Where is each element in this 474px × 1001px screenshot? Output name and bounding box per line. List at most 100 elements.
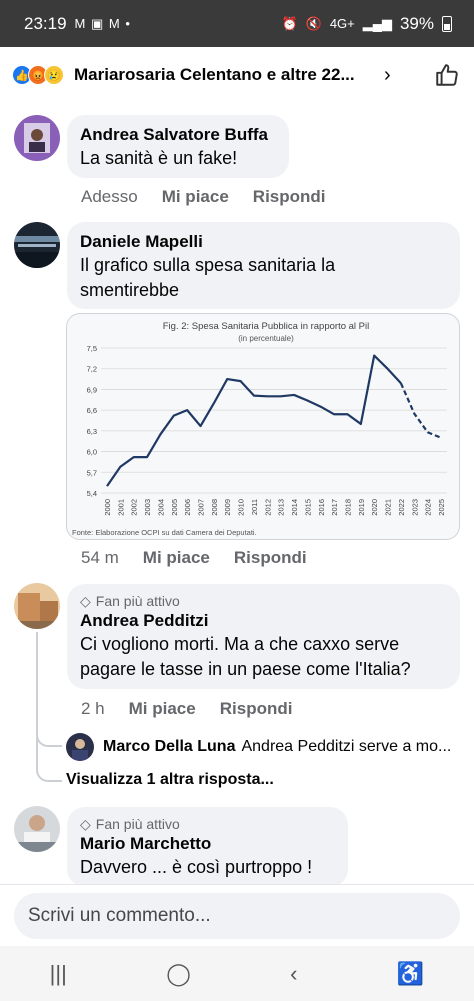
like-button-icon[interactable] <box>434 62 460 88</box>
comment-time: 2 h <box>81 699 105 718</box>
comment-actions: 2 h Mi piace Rispondi <box>81 699 316 719</box>
chart-source: Fonte: Elaborazione OCPI su dati Camera … <box>72 528 257 537</box>
chart-subtitle: (in percentuale) <box>238 334 294 343</box>
comment-time: Adesso <box>81 187 138 206</box>
comment-bubble: Daniele Mapelli Il grafico sulla spesa s… <box>67 222 460 309</box>
comment-author[interactable]: Andrea Salvatore Buffa <box>80 124 276 146</box>
x-tick-label: 2025 <box>437 499 446 516</box>
x-tick-label: 2023 <box>410 499 419 516</box>
comment-time: 54 m <box>81 548 119 567</box>
comment-text: Davvero ... è così purtroppo ! <box>80 857 313 877</box>
like-link[interactable]: Mi piace <box>129 699 196 719</box>
alarm-icon: ⏰ <box>281 15 298 31</box>
x-tick-label: 2001 <box>116 499 125 516</box>
x-tick-label: 2012 <box>263 499 272 516</box>
view-more-replies-link[interactable]: Visualizza 1 altra risposta... <box>66 771 274 789</box>
x-tick-label: 2004 <box>156 499 165 516</box>
comment-actions: 54 m Mi piace Rispondi <box>81 548 331 568</box>
comment-text: La sanità è un fake! <box>80 148 238 168</box>
notification-icons: M ▣ M • <box>74 15 131 31</box>
comment-actions: Adesso Mi piace Rispondi <box>81 187 350 207</box>
chevron-right-icon[interactable]: › <box>384 64 391 87</box>
comment-bubble: Andrea Salvatore Buffa La sanità è un fa… <box>67 115 289 178</box>
y-tick-label: 6,0 <box>87 448 97 457</box>
x-tick-label: 2002 <box>130 499 139 516</box>
comment-author[interactable]: Mario Marchetto <box>80 833 335 855</box>
reactions-summary[interactable]: Mariarosaria Celentano e altre 22... <box>74 65 370 85</box>
x-tick-label: 2007 <box>197 499 206 516</box>
comment-input[interactable]: Scrivi un commento... <box>14 893 460 939</box>
comment-bubble: ◇ Fan più attivo Andrea Pedditzi Ci vogl… <box>67 584 460 689</box>
fan-badge-label: Fan più attivo <box>95 593 180 609</box>
x-tick-label: 2006 <box>183 499 192 516</box>
x-tick-label: 2017 <box>330 499 339 516</box>
back-icon[interactable]: ‹ <box>290 961 297 987</box>
reply-link[interactable]: Rispondi <box>220 699 293 719</box>
y-tick-label: 6,3 <box>87 427 97 436</box>
like-link[interactable]: Mi piace <box>143 548 210 568</box>
like-link[interactable]: Mi piace <box>162 187 229 207</box>
fan-badge: ◇ Fan più attivo <box>80 592 447 610</box>
x-tick-label: 2015 <box>303 499 312 516</box>
avatar[interactable] <box>66 733 94 761</box>
x-tick-label: 2009 <box>223 499 232 516</box>
reply-link[interactable]: Rispondi <box>253 187 326 207</box>
clock: 23:19 <box>24 13 67 33</box>
battery-icon <box>442 15 452 32</box>
signal-icon: ▂▄▆ <box>362 15 392 31</box>
accessibility-icon[interactable]: ♿ <box>397 961 424 987</box>
thread-line <box>36 632 62 747</box>
x-tick-label: 2018 <box>343 499 352 516</box>
diamond-icon: ◇ <box>80 593 91 609</box>
comment-text-line: Ci vogliono morti. Ma a che caxxo serve <box>80 634 400 654</box>
x-tick-label: 2005 <box>170 499 179 516</box>
x-tick-label: 2008 <box>210 499 219 516</box>
y-tick-label: 5,4 <box>87 489 97 498</box>
x-tick-label: 2014 <box>290 499 299 516</box>
y-tick-label: 6,6 <box>87 406 97 415</box>
y-tick-label: 7,5 <box>87 344 97 353</box>
y-tick-label: 7,2 <box>87 365 97 374</box>
comment-author[interactable]: Andrea Pedditzi <box>80 610 447 632</box>
x-tick-label: 2022 <box>397 499 406 516</box>
reactions-header[interactable]: 👍 😡 😢 Mariarosaria Celentano e altre 22.… <box>0 47 474 103</box>
x-tick-label: 2016 <box>317 499 326 516</box>
x-tick-label: 2010 <box>237 499 246 516</box>
network-label: 4G+ <box>329 16 355 31</box>
recent-apps-icon[interactable]: ||| <box>50 961 67 987</box>
x-tick-label: 2011 <box>250 499 259 515</box>
diamond-icon: ◇ <box>80 816 91 832</box>
system-navigation-bar: ||| ◯ ‹ ♿ <box>0 946 474 1001</box>
chart-attachment[interactable]: Fig. 2: Spesa Sanitaria Pubblica in rapp… <box>66 313 460 540</box>
avatar[interactable] <box>14 115 60 161</box>
comment-bubble: ◇ Fan più attivo Mario Marchetto Davvero… <box>67 807 348 887</box>
x-tick-label: 2024 <box>424 499 433 516</box>
home-icon[interactable]: ◯ <box>166 961 191 987</box>
y-tick-label: 6,9 <box>87 385 97 394</box>
x-tick-label: 2021 <box>384 499 393 516</box>
comment-text-line: Il grafico sulla spesa sanitaria la <box>80 255 336 275</box>
comment-author[interactable]: Daniele Mapelli <box>80 231 447 253</box>
comment-text-line: pagare le tasse in un paese come l'Itali… <box>80 659 411 679</box>
fan-badge: ◇ Fan più attivo <box>80 815 335 833</box>
reply-link[interactable]: Rispondi <box>234 548 307 568</box>
status-right: ⏰ 🔇 4G+ ▂▄▆ 39% <box>281 14 452 34</box>
mute-icon: 🔇 <box>305 15 322 31</box>
avatar[interactable] <box>14 583 60 629</box>
x-tick-label: 2019 <box>357 499 366 516</box>
x-tick-label: 2020 <box>370 499 379 516</box>
reaction-icons: 👍 😡 😢 <box>12 65 64 85</box>
reply-text: Andrea Pedditzi serve a mo... <box>241 738 452 755</box>
avatar[interactable] <box>14 222 60 268</box>
reply-preview[interactable]: Marco Della Luna Andrea Pedditzi serve a… <box>66 733 457 761</box>
series-line-actual <box>106 354 402 487</box>
fan-badge-label: Fan più attivo <box>95 816 180 832</box>
battery-level: 39% <box>399 13 434 33</box>
status-bar: 23:19 M ▣ M • ⏰ 🔇 4G+ ▂▄▆ 39% <box>0 0 474 47</box>
sad-reaction-icon: 😢 <box>44 65 64 85</box>
avatar[interactable] <box>14 806 60 852</box>
x-tick-label: 2003 <box>143 499 152 516</box>
reply-author[interactable]: Marco Della Luna <box>103 738 235 756</box>
comment-text-line: smentirebbe <box>80 280 180 300</box>
x-tick-label: 2013 <box>277 499 286 516</box>
